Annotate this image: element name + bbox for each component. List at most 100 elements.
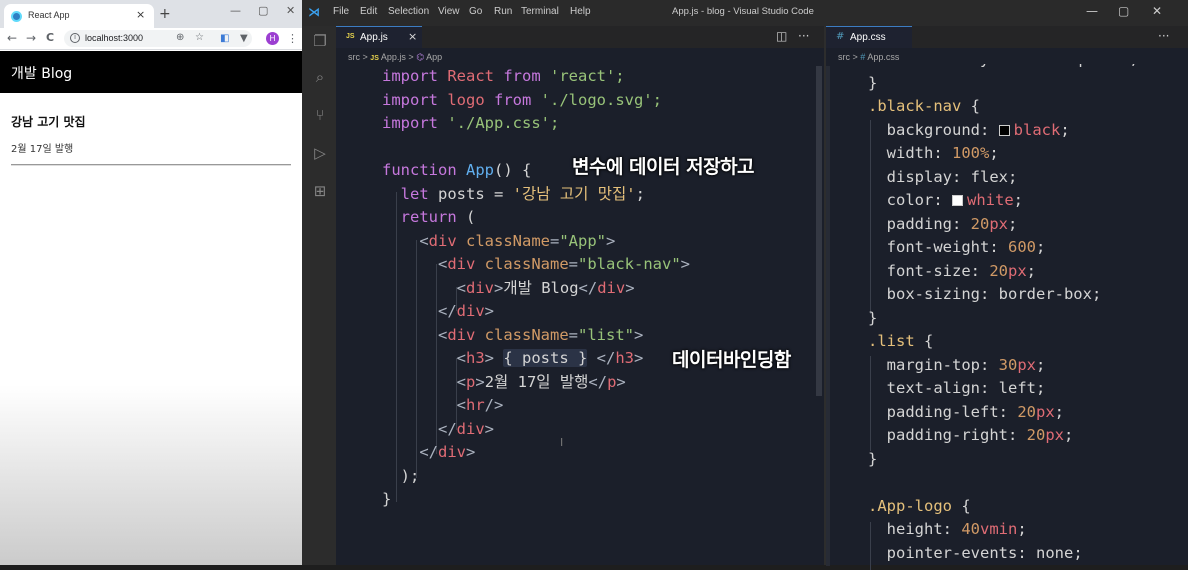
menu-edit[interactable]: Edit [360, 6, 377, 17]
breadcrumb-separator: > [408, 52, 414, 62]
post-title: 강남 고기 맛집 [11, 115, 86, 129]
code-line: padding: 20px; [886, 214, 1018, 233]
annotation-save-data: 변수에 데이터 저장하고 [572, 156, 755, 178]
code-line: margin-top: 30px; [886, 355, 1046, 374]
menu-help[interactable]: Help [570, 6, 591, 17]
css-file-icon: # [860, 52, 866, 62]
breadcrumb-file[interactable]: App.css [867, 52, 899, 62]
editor-tabbar: # App.css ··· [826, 26, 1188, 48]
code-line: import './App.css'; [382, 114, 560, 132]
menu-view[interactable]: View [438, 6, 460, 17]
minimize-icon[interactable]: — [230, 4, 241, 17]
back-icon[interactable]: ← [7, 31, 17, 45]
tab-app-css[interactable]: # App.css [826, 26, 912, 48]
vscode-logo-icon: ⋊ [308, 5, 320, 19]
code-line: <div className="App"> [419, 231, 616, 250]
extension-icon[interactable]: ◧ [220, 33, 229, 44]
code-line: .black-nav { [868, 97, 980, 115]
zoom-icon[interactable]: ⊕ [176, 32, 184, 43]
browser-tabbar: React App × + — ▢ ✕ [0, 0, 302, 28]
window-title: App.js - blog - Visual Studio Code [672, 6, 814, 17]
code-line: height: 40vmin; [886, 520, 1027, 538]
breadcrumb-folder[interactable]: src [838, 52, 850, 62]
close-window-icon[interactable]: ✕ [286, 4, 295, 17]
code-line: font-weight: 600; [886, 238, 1046, 256]
code-app-js[interactable]: import React from 'react'; import logo fr… [382, 65, 690, 512]
source-control-icon[interactable]: ⑂ [311, 106, 329, 124]
code-line: color: white; [886, 191, 1024, 209]
code-line: .App-logo { [868, 496, 971, 515]
browser-tab[interactable]: React App × [4, 4, 154, 28]
reload-icon[interactable]: C [46, 31, 54, 44]
breadcrumb-folder[interactable]: src [348, 52, 360, 62]
url-text[interactable]: localhost:3000 [85, 33, 143, 43]
profile-avatar[interactable]: H [266, 32, 279, 45]
nav-title: 개발 Blog [11, 66, 73, 82]
vscode-titlebar: ⋊ File Edit Selection View Go Run Termin… [302, 0, 1188, 26]
explorer-icon[interactable]: ❐ [311, 32, 329, 50]
post-divider [11, 164, 291, 166]
minimize-icon[interactable]: — [1086, 4, 1098, 18]
code-line: } [868, 73, 878, 92]
menu-file[interactable]: File [333, 6, 349, 17]
tab-label: App.css [850, 32, 886, 43]
breadcrumb: src > # App.css [838, 52, 899, 62]
editor-tabbar: JS App.js × ◫ ··· [336, 26, 824, 48]
code-line: background: black; [886, 120, 1070, 139]
more-actions-icon[interactable]: ··· [1158, 29, 1169, 43]
browser-toolbar: ← → C i localhost:3000 ⊕ ☆ ◧ ▼ H ⋮ [0, 28, 302, 50]
bookmark-star-icon[interactable]: ☆ [195, 32, 204, 43]
scrollbar[interactable] [816, 66, 822, 396]
extension-filter-icon[interactable]: ▼ [240, 33, 248, 44]
code-line: display: flex; [886, 167, 1018, 186]
code-app-css[interactable]: font-family: 'NanumSquare';} .black-nav {… [868, 64, 1139, 565]
breadcrumb-separator: > [362, 52, 368, 62]
code-line: text-align: left; [886, 379, 1046, 397]
code-line: } [868, 449, 878, 468]
breadcrumb-symbol[interactable]: App [426, 52, 442, 62]
code-line: <h3> { posts } </h3> [456, 349, 644, 367]
color-swatch-white[interactable] [952, 195, 963, 206]
maximize-icon[interactable]: ▢ [258, 4, 268, 17]
editor-app-js[interactable]: JS App.js × ◫ ··· src > JS App.js > ⌬ Ap… [336, 26, 824, 565]
menu-run[interactable]: Run [494, 6, 512, 17]
browser-tab-title: React App [28, 10, 70, 20]
forward-icon[interactable]: → [26, 31, 36, 45]
code-line: <div>개발 Blog</div> [456, 278, 635, 297]
menu-selection[interactable]: Selection [388, 6, 429, 17]
symbol-icon: ⌬ [416, 52, 425, 62]
webpage-content: 개발 Blog 강남 고기 맛집 2월 17일 발행 [0, 51, 302, 565]
search-icon[interactable]: ⌕ [311, 68, 329, 86]
menu-go[interactable]: Go [469, 6, 482, 17]
close-tab-icon[interactable]: × [408, 30, 417, 43]
code-line: <p>2월 17일 발행</p> [456, 372, 626, 391]
code-line: box-sizing: border-box; [886, 285, 1102, 303]
js-file-icon: JS [346, 33, 355, 40]
tab-app-js[interactable]: JS App.js × [336, 26, 422, 48]
site-info-icon[interactable]: i [70, 33, 80, 43]
code-line: </div> [438, 302, 495, 320]
code-line: </div> [438, 419, 495, 438]
close-window-icon[interactable]: ✕ [1152, 4, 1162, 18]
breadcrumb-file[interactable]: App.js [381, 52, 406, 62]
editor-app-css[interactable]: # App.css ··· src > # App.css font-famil… [826, 26, 1188, 570]
color-swatch-black[interactable] [998, 124, 1010, 136]
code-line: <div className="list"> [438, 325, 644, 344]
browser-window: React App × + — ▢ ✕ ← → C i localhost:30… [0, 0, 302, 565]
text-cursor-icon: I [560, 436, 564, 449]
run-debug-icon[interactable]: ▷ [311, 144, 329, 162]
code-line: font-size: 20px; [886, 261, 1037, 280]
close-tab-icon[interactable]: × [136, 8, 145, 21]
scrollbar[interactable] [826, 66, 830, 566]
code-line: </div> [419, 443, 476, 461]
new-tab-button[interactable]: + [159, 7, 171, 21]
more-actions-icon[interactable]: ··· [798, 29, 809, 43]
code-line: <hr/> [456, 396, 504, 414]
split-editor-icon[interactable]: ◫ [776, 29, 787, 43]
extensions-icon[interactable]: ⊞ [311, 182, 329, 200]
react-favicon-icon [11, 11, 22, 22]
maximize-icon[interactable]: ▢ [1118, 4, 1129, 18]
browser-menu-icon[interactable]: ⋮ [287, 32, 298, 45]
menu-terminal[interactable]: Terminal [521, 6, 559, 17]
